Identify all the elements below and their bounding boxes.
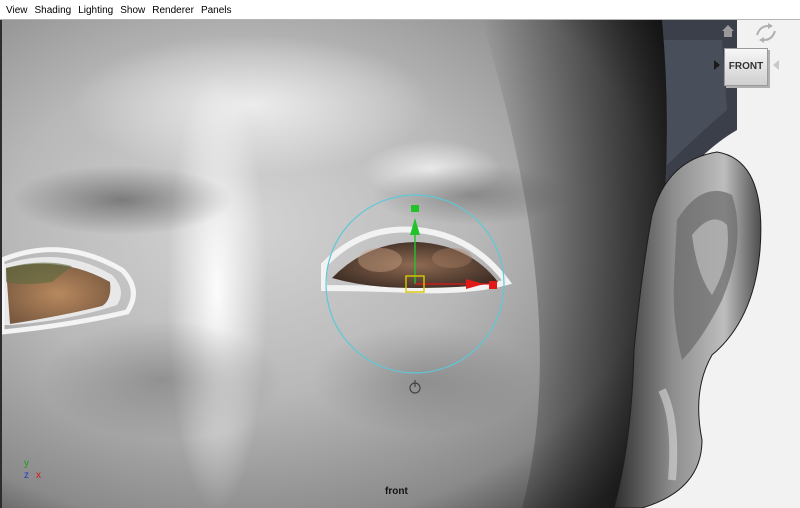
axis-y-label: y xyxy=(24,458,29,469)
menu-lighting[interactable]: Lighting xyxy=(71,1,113,21)
menu-view[interactable]: View xyxy=(0,1,28,21)
axis-x-label: x xyxy=(36,470,41,481)
home-icon[interactable] xyxy=(721,24,735,38)
y-axis-handle[interactable] xyxy=(411,205,419,212)
camera-label: front xyxy=(385,486,408,497)
menu-renderer[interactable]: Renderer xyxy=(145,1,194,21)
menu-show[interactable]: Show xyxy=(113,1,145,21)
x-axis-handle[interactable] xyxy=(489,281,497,289)
viewcube-face-front[interactable]: FRONT xyxy=(724,48,768,86)
menu-shading[interactable]: Shading xyxy=(28,1,72,21)
rotate-arrows-icon[interactable] xyxy=(754,23,778,43)
chevron-right-icon[interactable] xyxy=(713,60,721,70)
view-cube[interactable]: FRONT xyxy=(710,20,800,100)
menu-panels[interactable]: Panels xyxy=(194,1,232,21)
axis-indicator: y z x xyxy=(24,458,41,481)
scene-render[interactable] xyxy=(2,20,800,508)
panel-menu-bar: View Shading Lighting Show Renderer Panels xyxy=(0,0,800,20)
axis-z-label: z xyxy=(24,470,29,481)
maya-panel: View Shading Lighting Show Renderer Panels xyxy=(0,0,800,508)
chevron-left-icon[interactable] xyxy=(772,60,780,70)
3d-viewport[interactable]: FRONT y z x front xyxy=(0,20,800,508)
